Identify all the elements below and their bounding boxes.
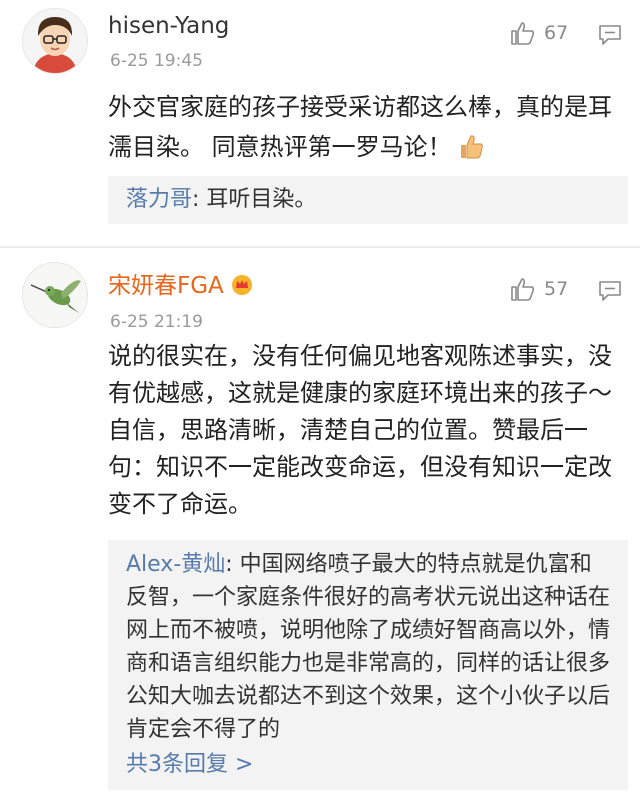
more-replies-link[interactable]: 共3条回复 > — [126, 748, 610, 781]
vip-crown-badge-icon — [231, 274, 253, 303]
comment-username-text: 宋妍春FGA — [108, 273, 224, 299]
thumbs-up-emoji-icon — [456, 131, 486, 173]
comment-bubble-icon — [599, 25, 621, 45]
reply-preview[interactable]: Alex-黄灿: 中国网络喷子最大的特点就是仇富和反智，一个家庭条件很好的高考状… — [108, 540, 628, 790]
comment-username[interactable]: hisen-Yang — [108, 12, 229, 40]
reply-button[interactable] — [598, 24, 622, 50]
thumbs-up-icon — [511, 22, 535, 45]
avatar[interactable] — [22, 8, 88, 74]
cartoon-boy-avatar-icon — [23, 9, 87, 73]
comment-bubble-icon — [599, 281, 621, 301]
comment-username[interactable]: 宋妍春FGA — [108, 272, 253, 303]
reply-username[interactable]: 落力哥 — [126, 187, 192, 212]
comment-timestamp: 6-25 19:45 — [110, 51, 203, 71]
comment-body-text: 外交官家庭的孩子接受采访都这么棒，真的是耳濡目染。 同意热评第一罗马论！ — [108, 93, 612, 161]
reply-username[interactable]: Alex-黄灿 — [126, 552, 225, 577]
like-count: 67 — [544, 22, 569, 44]
like-count: 57 — [544, 278, 569, 300]
like-button[interactable]: 67 — [510, 18, 568, 48]
divider — [0, 246, 640, 248]
comment-body: 说的很实在，没有任何偏见地客观陈述事实，没有优越感，这就是健康的家庭环境出来的孩… — [108, 342, 612, 518]
reply-preview[interactable]: 落力哥: 耳听目染。 — [108, 176, 628, 224]
like-button[interactable]: 57 — [510, 274, 568, 304]
reply-text: : 中国网络喷子最大的特点就是仇富和反智，一个家庭条件很好的高考状元说出这种话在… — [126, 552, 611, 742]
hummingbird-avatar-icon — [23, 263, 87, 327]
reply-button[interactable] — [598, 280, 622, 306]
comment-timestamp: 6-25 21:19 — [110, 312, 203, 332]
comment-body: 外交官家庭的孩子接受采访都这么棒，真的是耳濡目染。 同意热评第一罗马论！ — [108, 87, 618, 173]
reply-text: : 耳听目染。 — [192, 187, 317, 212]
avatar[interactable] — [22, 262, 88, 328]
thumbs-up-icon — [511, 278, 535, 301]
